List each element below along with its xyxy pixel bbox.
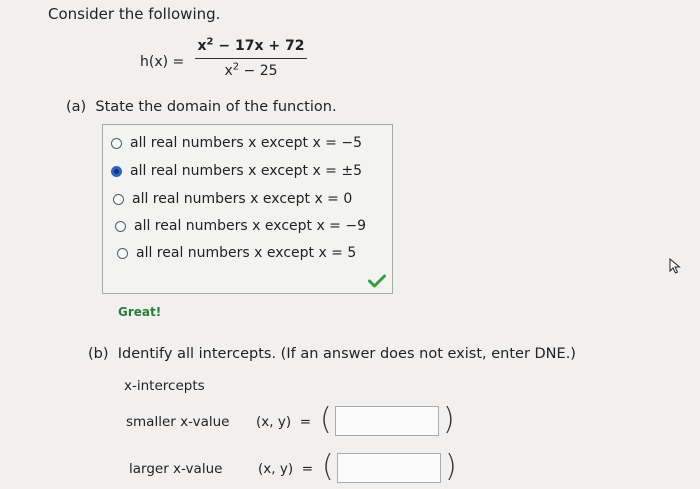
mouse-pointer-icon — [669, 258, 681, 274]
checkmark-icon — [368, 274, 386, 288]
intro-text: Consider the following. — [48, 5, 221, 23]
numerator: x2 − 17x + 72 — [197, 36, 305, 54]
domain-option-5[interactable]: all real numbers x except x = 5 — [117, 245, 356, 261]
part-b-question: (b) Identify all intercepts. (If an answ… — [88, 346, 576, 362]
x-intercepts-heading: x-intercepts — [124, 378, 205, 394]
radio-icon[interactable] — [117, 247, 128, 259]
radio-icon[interactable] — [111, 137, 122, 149]
smaller-coord-label: (x, y) = — [256, 414, 312, 430]
close-paren: ) — [443, 402, 455, 437]
fraction-bar — [195, 58, 307, 59]
domain-choices: all real numbers x except x = −5 all rea… — [102, 124, 393, 294]
open-paren: ( — [322, 449, 334, 484]
close-paren: ) — [445, 449, 457, 484]
domain-option-1[interactable]: all real numbers x except x = −5 — [111, 135, 362, 151]
larger-coord-label: (x, y) = — [258, 461, 314, 477]
radio-icon[interactable] — [115, 220, 126, 232]
radio-icon[interactable] — [113, 193, 124, 205]
domain-option-2[interactable]: all real numbers x except x = ±5 — [111, 163, 362, 179]
function-fraction: x2 − 17x + 72 x2 − 25 — [195, 36, 307, 79]
feedback-text: Great! — [118, 305, 162, 319]
larger-x-intercept-input[interactable] — [337, 453, 441, 483]
larger-x-label: larger x-value — [129, 461, 223, 477]
domain-option-3[interactable]: all real numbers x except x = 0 — [113, 191, 352, 207]
function-lhs: h(x) = — [140, 54, 185, 70]
domain-option-4[interactable]: all real numbers x except x = −9 — [115, 218, 366, 234]
radio-selected-icon[interactable] — [111, 165, 122, 177]
smaller-x-label: smaller x-value — [126, 414, 230, 430]
part-a-question: (a) State the domain of the function. — [66, 99, 337, 115]
smaller-x-intercept-input[interactable] — [335, 406, 439, 436]
denominator: x2 − 25 — [224, 61, 278, 79]
open-paren: ( — [320, 402, 332, 437]
